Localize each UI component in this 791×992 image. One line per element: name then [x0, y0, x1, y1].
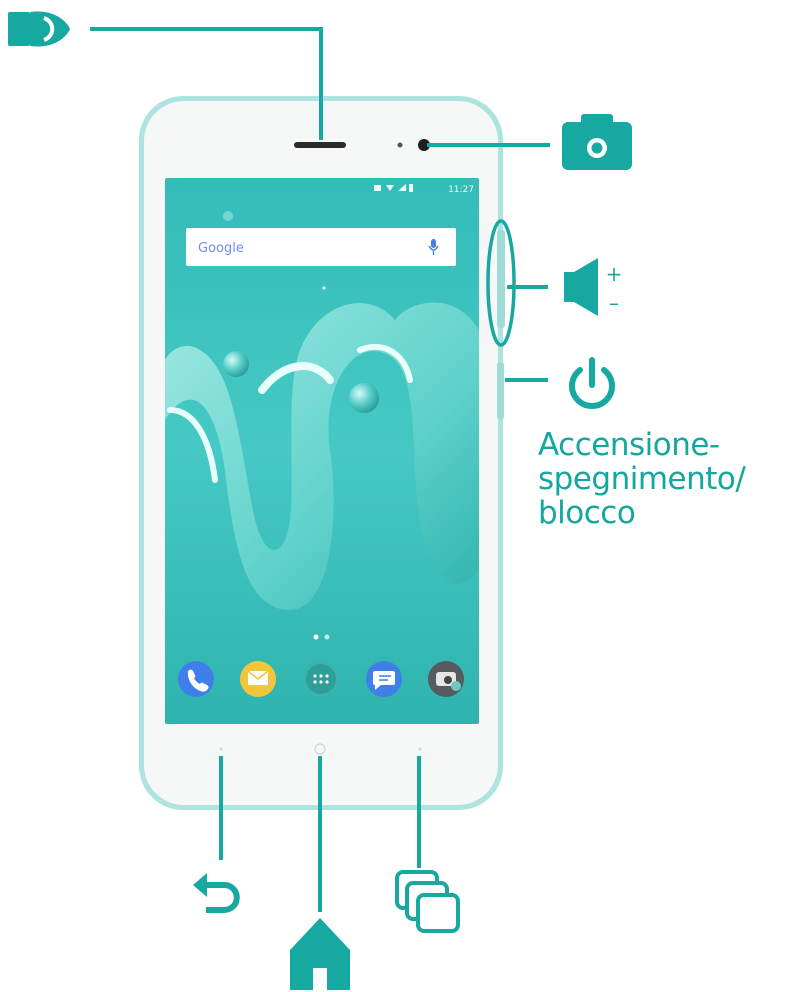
power-label-line3: blocco [538, 495, 636, 531]
dock-camera-icon[interactable] [428, 661, 464, 697]
power-label-line2: spegnimento/ [538, 461, 746, 497]
dock-messages-icon[interactable] [366, 661, 402, 697]
earpiece-slot [294, 142, 346, 148]
camera-icon [562, 114, 632, 170]
volume-minus-sign: – [609, 291, 619, 315]
home-icon [290, 918, 350, 990]
status-time: 11:27 [448, 185, 474, 195]
volume-plus-sign: + [606, 262, 623, 286]
recent-apps-icon [395, 870, 460, 933]
phone-screen: 11:27 Google [165, 178, 479, 724]
power-label-line1: Accensione- [538, 427, 720, 463]
search-brand: Google [198, 241, 244, 256]
speaker-icon [8, 11, 70, 47]
power-button-label: Accensione- spegnimento/ blocco [538, 427, 746, 531]
volume-up-down-icon: + – [564, 258, 622, 316]
power-icon [569, 357, 615, 409]
proximity-sensor [397, 142, 403, 148]
back-arrow-icon [193, 873, 240, 913]
dock-phone-icon[interactable] [178, 661, 214, 697]
dock-apps-icon[interactable] [303, 661, 339, 697]
google-search-bar[interactable]: Google [186, 228, 456, 266]
dock-email-icon[interactable] [240, 661, 276, 697]
